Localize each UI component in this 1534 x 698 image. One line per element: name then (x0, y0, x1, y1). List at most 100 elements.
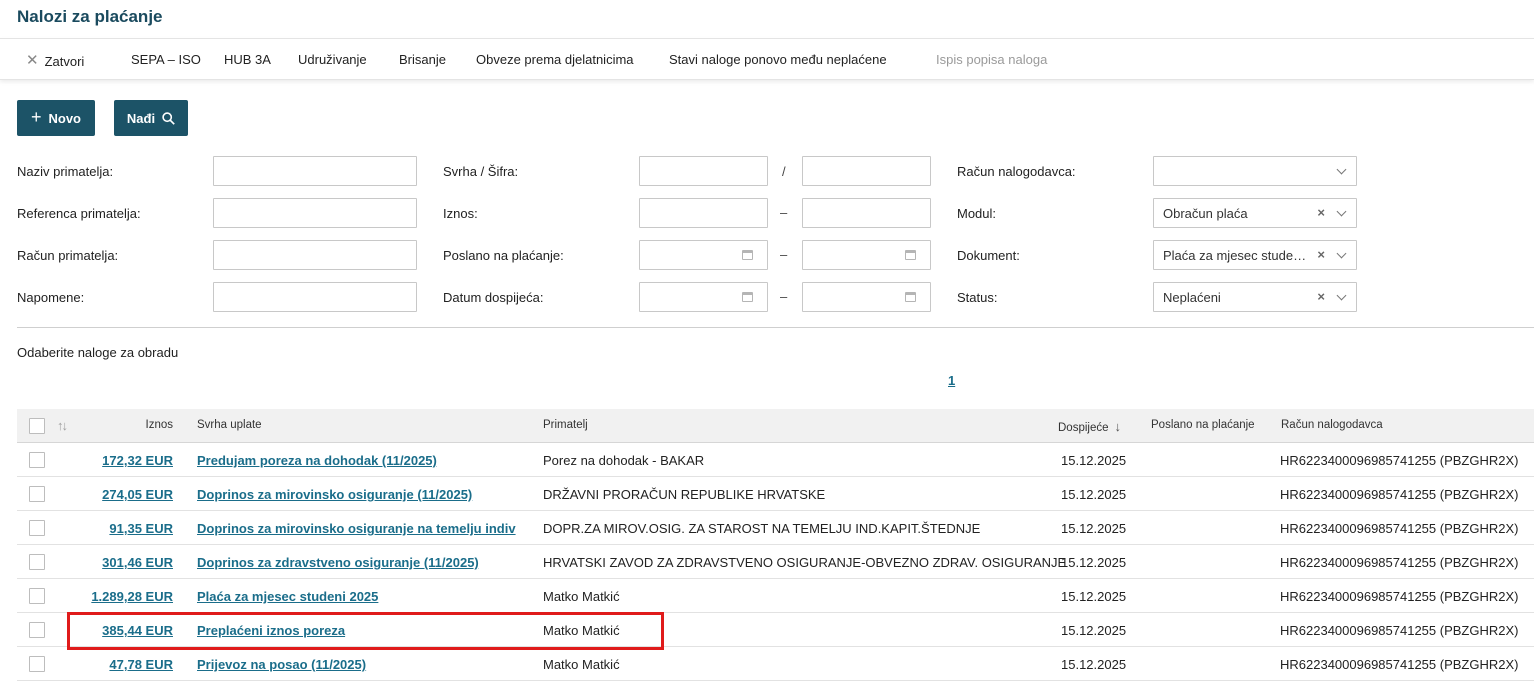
purpose-link[interactable]: Preplaćeni iznos poreza (197, 623, 527, 638)
iznos-to-input[interactable] (802, 198, 931, 228)
poslano-label: Poslano na plaćanje: (443, 248, 564, 263)
table-row[interactable]: 47,78 EUR Prijevoz na posao (11/2025) Matk… (17, 647, 1534, 681)
dospijece-to-date[interactable] (802, 282, 931, 312)
table-header: ↑↓ Iznos Svrha uplate Primatelj Dospijeć… (17, 409, 1534, 443)
table-row[interactable]: 274,05 EUR Doprinos za mirovinsko osigura… (17, 477, 1534, 511)
naziv-primatelja-label: Naziv primatelja: (17, 164, 114, 179)
clear-icon[interactable]: × (1317, 205, 1325, 220)
poslano-from-date[interactable] (639, 240, 768, 270)
chevron-down-icon[interactable] (1336, 290, 1347, 301)
dospijece-from-date[interactable] (639, 282, 768, 312)
poslano-to-date[interactable] (802, 240, 931, 270)
udruzivanje-button[interactable]: Udruživanje (298, 52, 367, 67)
column-racun[interactable]: Račun nalogodavca (1281, 419, 1383, 431)
table-row[interactable]: 385,44 EUR Preplaćeni iznos poreza Matko M… (17, 613, 1534, 647)
calendar-icon[interactable] (742, 250, 753, 260)
payer-account-cell: HR6223400096985741255 (PBZGHR2X) (1280, 657, 1519, 672)
page-title: Nalozi za plaćanje (17, 7, 163, 26)
svrha-input[interactable] (639, 156, 768, 186)
new-button[interactable]: + Novo (17, 100, 95, 136)
modul-label: Modul: (957, 206, 997, 221)
ispis-popisa-button: Ispis popisa naloga (936, 52, 1048, 67)
due-date-cell: 15.12.2025 (1061, 589, 1127, 604)
chevron-down-icon[interactable] (1336, 248, 1347, 259)
recipient-cell: HRVATSKI ZAVOD ZA ZDRAVSTVENO OSIGURANJE… (543, 555, 1067, 570)
status-select[interactable]: Neplaćeni × (1153, 282, 1357, 312)
naziv-primatelja-input[interactable] (213, 156, 417, 186)
amount-link[interactable]: 1.289,28 EUR (17, 589, 173, 604)
napomene-input[interactable] (213, 282, 417, 312)
section-title: Odaberite naloge za obradu (17, 345, 179, 360)
dokument-label: Dokument: (957, 248, 1020, 263)
modul-select[interactable]: Obračun plaća × (1153, 198, 1357, 228)
chevron-down-icon[interactable] (1336, 164, 1347, 175)
due-date-cell: 15.12.2025 (1061, 453, 1127, 468)
clear-icon[interactable]: × (1317, 289, 1325, 304)
sifra-input[interactable] (802, 156, 931, 186)
calendar-icon[interactable] (905, 250, 916, 260)
table-row[interactable]: 301,46 EUR Doprinos za zdravstveno osigur… (17, 545, 1534, 579)
iznos-label: Iznos: (443, 206, 478, 221)
racun-nalogodavca-select[interactable] (1153, 156, 1357, 186)
purpose-link[interactable]: Plaća za mjesec studeni 2025 (197, 589, 527, 604)
amount-link[interactable]: 301,46 EUR (17, 555, 173, 570)
slash-separator: / (782, 164, 786, 179)
racun-primatelja-input[interactable] (213, 240, 417, 270)
payer-account-cell: HR6223400096985741255 (PBZGHR2X) (1280, 589, 1519, 604)
amount-link[interactable]: 172,32 EUR (17, 453, 173, 468)
recipient-cell: Matko Matkić (543, 657, 620, 672)
close-label: Zatvori (44, 54, 85, 69)
purpose-link[interactable]: Doprinos za mirovinsko osiguranje na tem… (197, 521, 527, 536)
hub3a-button[interactable]: HUB 3A (224, 52, 271, 67)
recipient-cell: Matko Matkić (543, 589, 620, 604)
amount-link[interactable]: 274,05 EUR (17, 487, 173, 502)
table-row[interactable]: 172,32 EUR Predujam poreza na dohodak (11… (17, 443, 1534, 477)
column-svrha[interactable]: Svrha uplate (197, 419, 262, 431)
amount-link[interactable]: 47,78 EUR (17, 657, 173, 672)
due-date-cell: 15.12.2025 (1061, 487, 1127, 502)
due-date-cell: 15.12.2025 (1061, 623, 1127, 638)
obveze-djelatnici-button[interactable]: Obveze prema djelatnicima (476, 52, 634, 67)
brisanje-button[interactable]: Brisanje (399, 52, 446, 67)
referenca-primatelja-label: Referenca primatelja: (17, 206, 141, 221)
plus-icon: + (30, 107, 42, 127)
column-primatelj[interactable]: Primatelj (543, 419, 588, 431)
table-row[interactable]: 91,35 EUR Doprinos za mirovinsko osiguran… (17, 511, 1534, 545)
chevron-down-icon[interactable] (1336, 206, 1347, 217)
dokument-value: Plaća za mjesec studeni 2025 (1163, 248, 1309, 263)
column-iznos[interactable]: Iznos (17, 419, 174, 431)
iznos-from-input[interactable] (639, 198, 768, 228)
payer-account-cell: HR6223400096985741255 (PBZGHR2X) (1280, 623, 1519, 638)
page-link-1[interactable]: 1 (948, 373, 955, 388)
calendar-icon[interactable] (905, 292, 916, 302)
column-poslano[interactable]: Poslano na plaćanje (1151, 419, 1255, 431)
find-button[interactable]: Nađi (114, 100, 188, 136)
sepa-iso-button[interactable]: SEPA – ISO (131, 52, 201, 67)
purpose-link[interactable]: Prijevoz na posao (11/2025) (197, 657, 527, 672)
find-label: Nađi (126, 110, 156, 126)
amount-link[interactable]: 91,35 EUR (17, 521, 173, 536)
column-dospijece[interactable]: Dospijeće ↓ (1058, 419, 1121, 434)
new-label: Novo (48, 110, 82, 126)
table-row[interactable]: 1.289,28 EUR Plaća za mjesec studeni 2025… (17, 579, 1534, 613)
racun-nalogodavca-label: Račun nalogodavca: (957, 164, 1076, 179)
purpose-link[interactable]: Doprinos za zdravstveno osiguranje (11/2… (197, 555, 527, 570)
stavi-neplacene-button[interactable]: Stavi naloge ponovo među neplaćene (669, 52, 887, 67)
close-icon: ✕ (26, 52, 39, 69)
section-divider (17, 327, 1534, 328)
calendar-icon[interactable] (742, 292, 753, 302)
range-separator: – (780, 289, 788, 304)
recipient-cell: Matko Matkić (543, 623, 620, 638)
due-date-cell: 15.12.2025 (1061, 555, 1127, 570)
dokument-select[interactable]: Plaća za mjesec studeni 2025 × (1153, 240, 1357, 270)
close-button[interactable]: ✕ Zatvori (26, 52, 84, 70)
purpose-link[interactable]: Doprinos za mirovinsko osiguranje (11/20… (197, 487, 527, 502)
amount-link[interactable]: 385,44 EUR (17, 623, 173, 638)
payer-account-cell: HR6223400096985741255 (PBZGHR2X) (1280, 487, 1519, 502)
search-icon (162, 111, 175, 125)
purpose-link[interactable]: Predujam poreza na dohodak (11/2025) (197, 453, 527, 468)
clear-icon[interactable]: × (1317, 247, 1325, 262)
column-dospijece-label: Dospijeće (1058, 422, 1109, 434)
recipient-cell: DOPR.ZA MIROV.OSIG. ZA STAROST NA TEMELJ… (543, 521, 981, 536)
referenca-primatelja-input[interactable] (213, 198, 417, 228)
